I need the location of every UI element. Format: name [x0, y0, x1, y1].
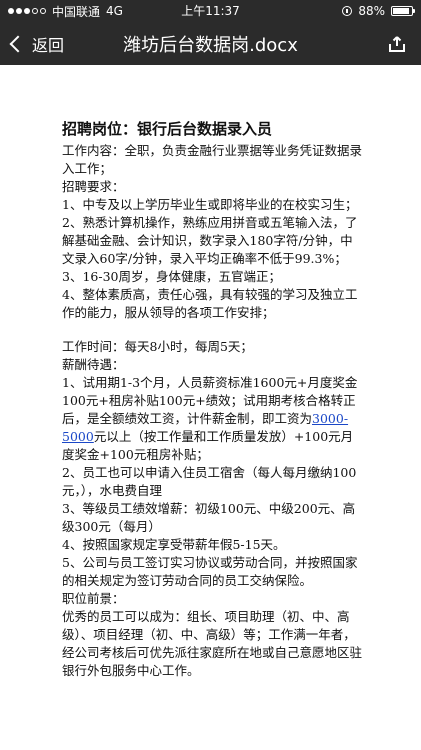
chevron-left-icon — [9, 35, 27, 52]
doc-paragraph: 2、熟悉计算机操作，熟练应用拼音或五笔输入法，了解基础金融、会计知识，数字录入1… — [62, 215, 358, 266]
back-label: 返回 — [32, 35, 65, 55]
doc-heading: 招聘岗位：银行后台数据录入员 — [62, 120, 273, 138]
doc-text: 元以上（按工作量和工作质量发放）+100元月度奖金+100元租房补贴； — [62, 429, 354, 462]
document-page[interactable]: 招聘岗位：银行后台数据录入员 工作内容：全职，负责金融行业票据等业务凭证数据录入… — [0, 65, 421, 750]
doc-paragraph: 4、按照国家规定享受带薪年假5-15天。 — [62, 537, 286, 552]
doc-paragraph: 1、中专及以上学历毕业生或即将毕业的在校实习生； — [62, 197, 358, 212]
doc-paragraph: 4、整体素质高，责任心强，具有较强的学习及独立工作的能力，服从领导的各项工作安排… — [62, 287, 358, 320]
doc-paragraph: 工作内容：全职，负责金融行业票据等业务凭证数据录入工作； — [62, 143, 363, 176]
doc-paragraph: 招聘要求： — [62, 179, 125, 194]
doc-paragraph: 薪酬待遇： — [62, 357, 125, 372]
doc-paragraph: 3、等级员工绩效增薪：初级100元、中级200元、高级300元（每月） — [62, 501, 356, 534]
doc-paragraph: 3、16-30周岁，身体健康，五官端正； — [62, 269, 281, 284]
doc-paragraph: 2、员工也可以申请入住员工宿舍（每人每月缴纳100元，），水电费自理 — [62, 465, 357, 498]
doc-paragraph: 优秀的员工可以成为：组长、项目助理（初、中、高级）、项目经理（初、中、高级）等；… — [62, 609, 363, 678]
share-button[interactable] — [385, 32, 409, 56]
status-bar: 中国联通 4G 上午11:37 88% — [0, 0, 421, 22]
nav-bar: 返回 潍坊后台数据岗.docx — [0, 22, 421, 65]
doc-paragraph: 5、公司与员工签订实习协议或劳动合同，并按照国家的相关规定为签订劳动合同的员工交… — [62, 555, 358, 588]
doc-paragraph: 职位前景： — [62, 591, 125, 606]
top-bar: 中国联通 4G 上午11:37 88% 返回 潍坊后台数据岗.docx — [0, 0, 421, 65]
status-time: 上午11:37 — [181, 4, 240, 18]
back-button[interactable]: 返回 — [9, 32, 65, 56]
share-icon — [389, 35, 405, 52]
doc-paragraph: 1、试用期1-3个月，人员薪资标准1600元+月度奖金100元+租房补贴100元… — [62, 374, 362, 464]
doc-spacer — [62, 322, 362, 338]
document-body: 招聘岗位：银行后台数据录入员 工作内容：全职，负责金融行业票据等业务凭证数据录入… — [62, 120, 362, 680]
doc-paragraph: 工作时间：每天8小时，每周5天； — [62, 339, 253, 354]
battery-icon — [391, 6, 415, 16]
